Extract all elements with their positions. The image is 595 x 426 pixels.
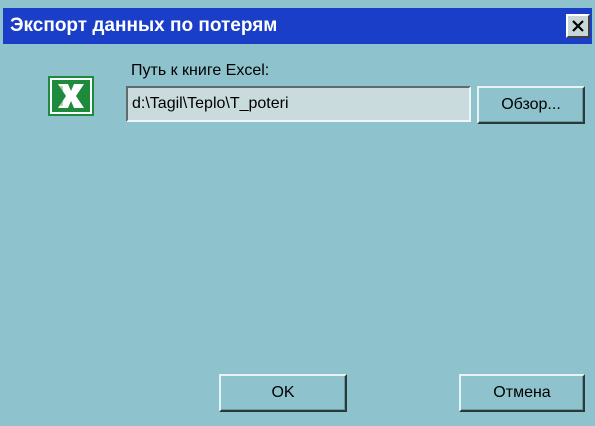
window-title: Экспорт данных по потерям	[10, 15, 278, 36]
close-icon	[572, 20, 584, 32]
path-label: Путь к книге Excel:	[131, 62, 270, 79]
cancel-button[interactable]: Отмена	[459, 374, 585, 412]
ok-button[interactable]: OK	[219, 374, 347, 412]
excel-icon	[48, 76, 94, 116]
title-bar[interactable]: Экспорт данных по потерям	[3, 8, 592, 44]
browse-button[interactable]: Обзор...	[477, 86, 585, 124]
close-button[interactable]	[566, 14, 590, 38]
export-dialog: Экспорт данных по потерям Путь к книге E…	[0, 0, 595, 426]
path-input[interactable]	[126, 86, 471, 122]
